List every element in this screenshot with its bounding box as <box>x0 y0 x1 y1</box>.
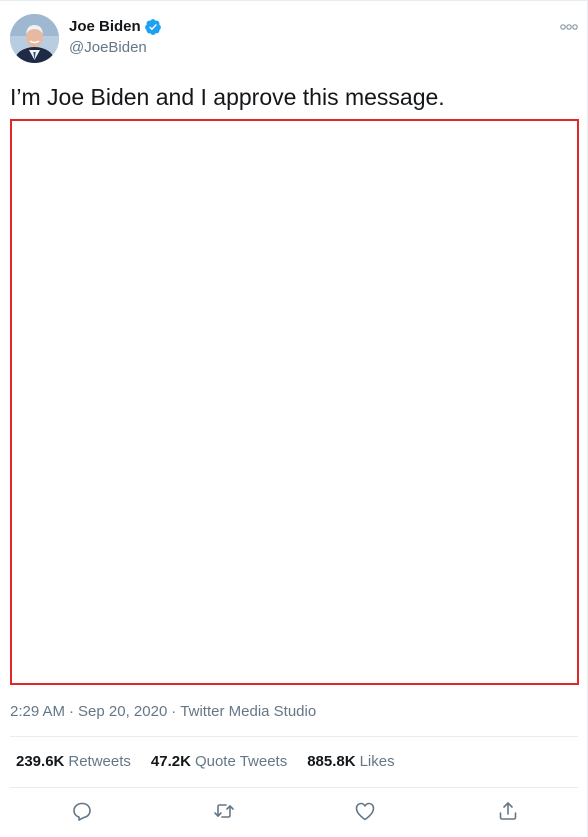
like-heart-icon <box>355 802 375 821</box>
author-name[interactable]: Joe Biden <box>69 18 162 36</box>
tweet-time: 2:29 AM <box>10 703 66 720</box>
author-handle[interactable]: @JoeBiden <box>69 39 147 57</box>
share-button[interactable] <box>496 799 520 823</box>
retweets-label: Retweets <box>68 753 131 770</box>
likes-count: 885.8K <box>307 753 356 770</box>
tweet-media[interactable] <box>10 119 579 685</box>
author-name-text: Joe Biden <box>69 18 141 35</box>
retweets-count: 239.6K <box>16 753 65 770</box>
verified-badge-icon <box>144 18 162 36</box>
reply-button[interactable] <box>70 799 94 823</box>
share-icon <box>499 802 517 820</box>
quote-tweets-count: 47.2K <box>150 753 191 770</box>
quote-tweets-stat[interactable]: 47.2K Quote Tweets <box>151 753 287 771</box>
tweet-date: Sep 20, 2020 <box>78 703 168 720</box>
profile-photo-icon <box>10 14 59 63</box>
tweet-card: Joe Biden @JoeBiden I’m Joe Biden and I … <box>0 0 588 837</box>
divider <box>10 736 578 737</box>
divider <box>10 787 578 788</box>
reply-icon <box>73 802 91 821</box>
avatar[interactable] <box>10 14 59 63</box>
retweet-icon <box>214 804 234 818</box>
meta-separator: · <box>69 703 75 720</box>
tweet-text: I’m Joe Biden and I approve this message… <box>10 84 445 110</box>
likes-stat[interactable]: 885.8K Likes <box>307 753 394 771</box>
retweets-stat[interactable]: 239.6K Retweets <box>16 753 131 771</box>
quote-tweets-label: Quote Tweets <box>194 753 288 770</box>
retweet-button[interactable] <box>212 799 236 823</box>
likes-label: Likes <box>359 753 395 770</box>
like-button[interactable] <box>353 799 377 823</box>
more-options-icon[interactable] <box>559 20 579 32</box>
tweet-timestamp[interactable]: 2:29 AM · Sep 20, 2020 · Twitter Media Studi… <box>10 703 316 721</box>
tweet-stats: 239.6K Retweets 47.2K Quote Tweets 885.8K L… <box>16 753 415 771</box>
meta-separator: · <box>171 703 177 720</box>
tweet-source[interactable]: Twitter Media Studio <box>180 703 316 720</box>
